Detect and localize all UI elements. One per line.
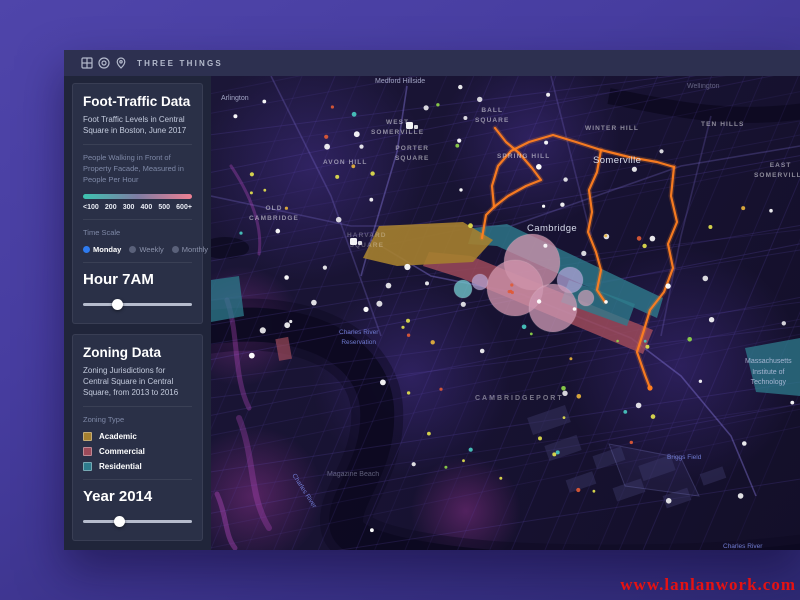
measure-label: People Walking in Front of Property Faca… bbox=[83, 153, 192, 186]
legend-row-academic: Academic bbox=[83, 432, 192, 441]
scale-tick: 600+ bbox=[176, 204, 192, 211]
zoning-legend: Academic Commercial Residential bbox=[83, 432, 192, 471]
legend-swatch bbox=[83, 462, 92, 471]
traffic-gradient-legend bbox=[83, 194, 192, 199]
legend-label: Residential bbox=[99, 462, 142, 471]
app-window: THREE THINGS Foot-Traffic Data Foot Traf… bbox=[64, 50, 800, 550]
legend-label: Commercial bbox=[99, 447, 145, 456]
year-slider[interactable] bbox=[83, 516, 192, 527]
year-slider-thumb[interactable] bbox=[114, 516, 125, 527]
foot-traffic-title: Foot-Traffic Data bbox=[83, 94, 192, 109]
hour-slider-thumb[interactable] bbox=[112, 299, 123, 310]
watermark: www.lanlanwork.com bbox=[620, 575, 796, 595]
sidebar: Foot-Traffic Data Foot Traffic Levels in… bbox=[64, 76, 211, 550]
app-title: THREE THINGS bbox=[137, 59, 223, 68]
radio-dot[interactable] bbox=[83, 246, 90, 253]
time-scale-radios: MondayWeeklyMonthly bbox=[83, 245, 192, 254]
time-scale-label: Time Scale bbox=[83, 228, 192, 239]
hour-slider[interactable] bbox=[83, 299, 192, 310]
radio-dot[interactable] bbox=[129, 246, 136, 253]
legend-swatch bbox=[83, 447, 92, 456]
hour-label: Hour 7AM bbox=[83, 271, 192, 288]
traffic-scale-ticks: <100 200 300 400 500 600+ bbox=[83, 204, 192, 211]
foot-traffic-subtitle: Foot Traffic Levels in Central Square in… bbox=[83, 114, 192, 136]
radio-dot[interactable] bbox=[172, 246, 179, 253]
target-icon[interactable] bbox=[98, 57, 110, 69]
year-label: Year 2014 bbox=[83, 488, 192, 505]
zoning-type-label: Zoning Type bbox=[83, 415, 192, 426]
radio-monday[interactable]: Monday bbox=[83, 245, 121, 254]
scale-tick: <100 bbox=[83, 204, 99, 211]
legend-swatch bbox=[83, 432, 92, 441]
legend-label: Academic bbox=[99, 432, 137, 441]
pin-icon[interactable] bbox=[115, 57, 127, 69]
scale-tick: 400 bbox=[141, 204, 153, 211]
scale-tick: 200 bbox=[105, 204, 117, 211]
radio-monthly[interactable]: Monthly bbox=[172, 245, 208, 254]
scale-tick: 300 bbox=[123, 204, 135, 211]
zoning-panel: Zoning Data Zoning Jurisdictions for Cen… bbox=[72, 334, 203, 541]
zoning-title: Zoning Data bbox=[83, 345, 192, 360]
scale-tick: 500 bbox=[158, 204, 170, 211]
titlebar: THREE THINGS bbox=[64, 50, 800, 76]
radio-weekly[interactable]: Weekly bbox=[129, 245, 163, 254]
radio-label: Monthly bbox=[182, 245, 208, 254]
grid-icon[interactable] bbox=[81, 57, 93, 69]
hour-slider-track[interactable] bbox=[83, 303, 192, 306]
foot-traffic-panel: Foot-Traffic Data Foot Traffic Levels in… bbox=[72, 83, 203, 324]
radio-label: Weekly bbox=[139, 245, 163, 254]
zoning-subtitle: Zoning Jurisdictions for Central Square … bbox=[83, 365, 192, 399]
legend-row-commercial: Commercial bbox=[83, 447, 192, 456]
legend-row-residential: Residential bbox=[83, 462, 192, 471]
map-canvas[interactable]: ArlingtonMedford HillsideWEST SOMERVILLE… bbox=[211, 76, 800, 550]
year-slider-track[interactable] bbox=[83, 520, 192, 523]
radio-label: Monday bbox=[93, 245, 121, 254]
